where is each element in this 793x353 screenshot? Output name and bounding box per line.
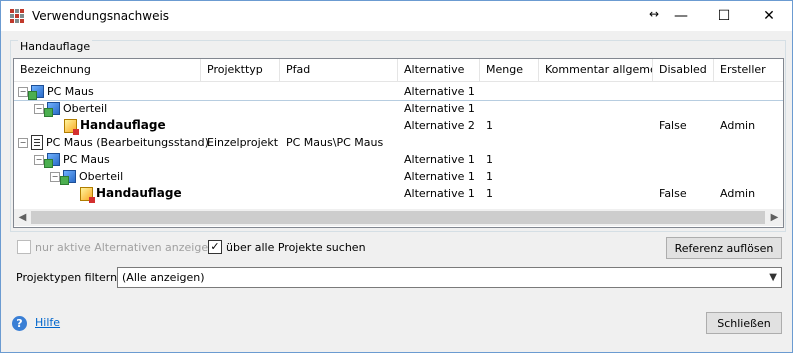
cell-disabled: False xyxy=(659,119,687,132)
app-icon xyxy=(10,9,24,23)
cell-menge: 1 xyxy=(486,153,493,166)
only-active-checkbox-box[interactable] xyxy=(17,240,31,254)
collapse-icon[interactable]: − xyxy=(18,137,28,148)
horizontal-scrollbar[interactable]: ◀ ▶ xyxy=(14,209,783,226)
node-label: PC Maus (Bearbeitungsstand) xyxy=(46,136,209,149)
help-icon[interactable]: ? xyxy=(12,316,27,331)
scroll-right-icon[interactable]: ▶ xyxy=(766,209,783,226)
help-link[interactable]: Hilfe xyxy=(35,316,60,329)
filter-label: Projektypen filtern: xyxy=(16,271,121,284)
cell-disabled: False xyxy=(659,187,687,200)
part-icon xyxy=(64,118,79,135)
node-label: Oberteil xyxy=(63,102,108,115)
tree-node[interactable]: − Oberteil xyxy=(50,168,123,185)
table-row[interactable]: − PC Maus Alternative 1 xyxy=(14,83,783,101)
cell-ersteller: Admin xyxy=(720,187,756,200)
tree-node[interactable]: − Oberteil xyxy=(34,100,107,117)
cell-alternative: Alternative 2 xyxy=(404,119,475,132)
collapse-icon[interactable]: − xyxy=(34,103,44,114)
assembly-icon xyxy=(44,102,60,117)
column-header-pfad[interactable]: Pfad xyxy=(280,59,398,81)
node-label: PC Maus xyxy=(63,153,110,166)
table-row[interactable]: − Oberteil Alternative 1 1 xyxy=(14,168,783,185)
cell-alternative: Alternative 1 xyxy=(404,187,475,200)
column-header-projekttyp[interactable]: Projekttyp xyxy=(201,59,280,81)
only-active-label: nur aktive Alternativen anzeigen xyxy=(35,240,216,254)
collapse-icon[interactable]: − xyxy=(50,171,60,182)
column-header-disabled[interactable]: Disabled xyxy=(653,59,714,81)
window-title: Verwendungsnachweis xyxy=(32,9,170,23)
all-projects-label: über alle Projekte suchen xyxy=(226,240,366,254)
minimize-button[interactable]: — xyxy=(661,1,701,31)
table-row[interactable]: Handauflage Alternative 2 1 False Admin xyxy=(14,117,783,135)
column-header-menge[interactable]: Menge xyxy=(480,59,539,81)
resize-icon[interactable]: ↔ xyxy=(649,7,659,21)
collapse-icon[interactable]: − xyxy=(34,154,44,165)
table-row[interactable]: − PC Maus (Bearbeitungsstand) Einzelprojek… xyxy=(14,134,783,151)
table-row[interactable]: − Oberteil Alternative 1 xyxy=(14,100,783,117)
grid-header: Bezeichnung Projekttyp Pfad Alternative … xyxy=(14,59,783,82)
tree-node[interactable]: Handauflage xyxy=(66,185,182,203)
assembly-icon xyxy=(60,170,76,185)
group-label: Handauflage xyxy=(18,40,93,53)
cell-alternative: Alternative 1 xyxy=(404,153,475,166)
cell-ersteller: Admin xyxy=(720,119,756,132)
cell-menge: 1 xyxy=(486,119,493,132)
column-header-alternative[interactable]: Alternative xyxy=(398,59,480,81)
maximize-button[interactable]: ☐ xyxy=(704,1,744,31)
cell-alternative: Alternative 1 xyxy=(404,170,475,183)
table-row[interactable]: − PC Maus Alternative 1 1 xyxy=(14,151,783,168)
assembly-icon xyxy=(44,153,60,168)
cell-alternative: Alternative 1 xyxy=(404,102,475,115)
tree-node[interactable]: − PC Maus xyxy=(34,151,110,168)
usage-tree-grid[interactable]: Bezeichnung Projekttyp Pfad Alternative … xyxy=(13,58,784,228)
scroll-thumb[interactable] xyxy=(31,211,765,224)
resolve-reference-button[interactable]: Referenz auflösen xyxy=(666,237,782,259)
check-icon[interactable]: ✓ xyxy=(208,240,222,254)
assembly-icon xyxy=(28,85,44,100)
tree-node[interactable]: Handauflage xyxy=(50,117,166,135)
dialog-window: Verwendungsnachweis ↔ — ☐ ✕ Handauflage … xyxy=(0,0,793,353)
part-icon xyxy=(80,186,95,203)
tree-node[interactable]: − PC Maus xyxy=(18,83,94,100)
tree-node[interactable]: − PC Maus (Bearbeitungsstand) xyxy=(18,134,209,151)
cell-menge: 1 xyxy=(486,170,493,183)
only-active-alternatives-checkbox[interactable]: nur aktive Alternativen anzeigen xyxy=(17,240,215,254)
node-label: Oberteil xyxy=(79,170,124,183)
column-header-ersteller[interactable]: Ersteller xyxy=(714,59,783,81)
cell-pfad: PC Maus\PC Maus xyxy=(286,136,384,149)
chevron-down-icon[interactable]: ▼ xyxy=(769,268,777,287)
all-projects-checkbox[interactable]: ✓ über alle Projekte suchen xyxy=(208,240,366,254)
cell-alternative: Alternative 1 xyxy=(404,85,475,98)
column-header-bezeichnung[interactable]: Bezeichnung xyxy=(14,59,201,81)
project-icon xyxy=(31,135,43,150)
cell-menge: 1 xyxy=(486,187,493,200)
collapse-icon[interactable]: − xyxy=(18,86,28,97)
title-bar: Verwendungsnachweis ↔ — ☐ ✕ xyxy=(1,1,792,31)
close-window-button[interactable]: ✕ xyxy=(749,1,789,31)
cell-projekttyp: Einzelprojekt xyxy=(207,136,279,149)
table-row[interactable]: Handauflage Alternative 1 1 False Admin xyxy=(14,185,783,203)
node-label: Handauflage xyxy=(80,118,166,132)
scroll-left-icon[interactable]: ◀ xyxy=(14,209,31,226)
project-type-filter-select[interactable]: (Alle anzeigen) ▼ xyxy=(117,267,782,288)
node-label: PC Maus xyxy=(47,85,94,98)
column-header-kommentar[interactable]: Kommentar allgemein xyxy=(539,59,653,81)
close-button[interactable]: Schließen xyxy=(706,312,782,334)
filter-value: (Alle anzeigen) xyxy=(122,271,205,284)
node-label: Handauflage xyxy=(96,186,182,200)
